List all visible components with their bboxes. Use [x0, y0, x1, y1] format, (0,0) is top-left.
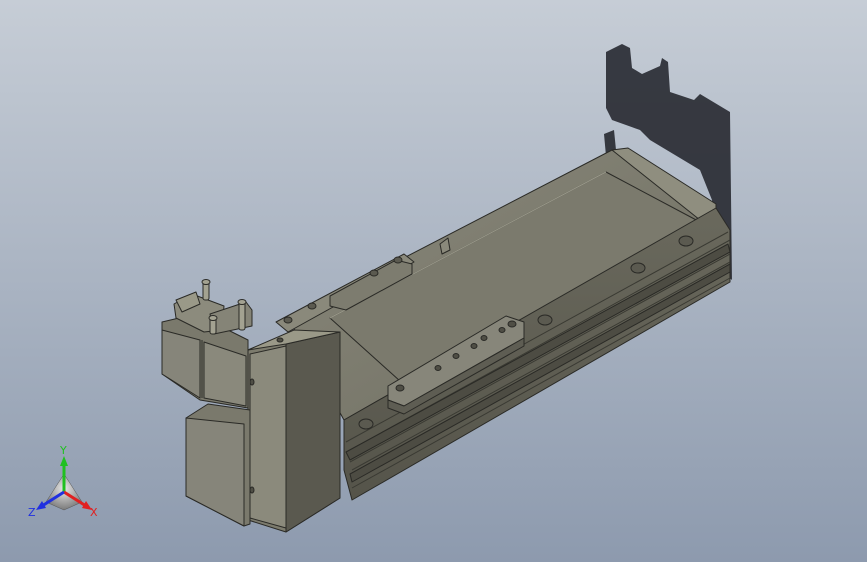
triad-z-label: Z	[28, 506, 36, 519]
triad-x-label: X	[90, 506, 98, 519]
cover-screw	[249, 378, 255, 386]
cover-screw	[249, 486, 255, 494]
cover-screw	[276, 337, 284, 343]
motor-cover-face	[249, 345, 287, 529]
triad-y-label: Y	[59, 444, 67, 457]
cad-3d-view[interactable]: Y X Z	[0, 0, 867, 562]
graphics-viewport[interactable]: Y X Z	[0, 0, 867, 562]
motor-cover-side	[285, 331, 341, 533]
